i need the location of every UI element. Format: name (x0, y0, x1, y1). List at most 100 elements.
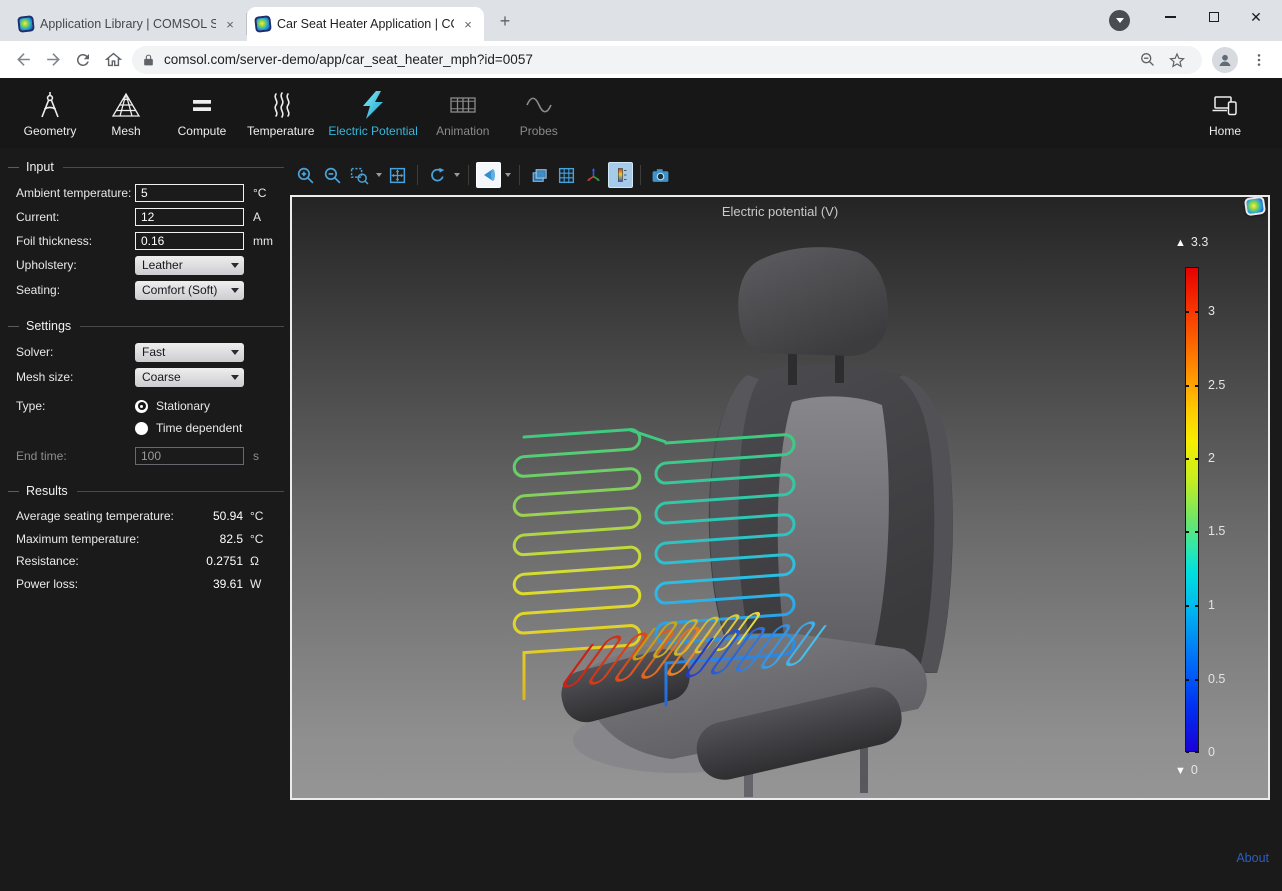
end-time-row: End time: s (16, 444, 288, 467)
chevron-down-icon (231, 263, 239, 268)
colorbar-tick: 0.5 (1208, 672, 1225, 686)
tab-application-library[interactable]: Application Library | COMSOL Se × (10, 13, 247, 35)
default-view-button[interactable] (476, 162, 501, 188)
seating-value: Comfort (Soft) (142, 283, 217, 297)
bookmark-star-icon[interactable] (1162, 45, 1192, 75)
equals-icon (186, 89, 218, 121)
scene-button[interactable] (527, 162, 552, 188)
colorbar-tick: 2.5 (1208, 378, 1225, 392)
zoom-extents-button[interactable] (385, 162, 410, 188)
heat-waves-icon (265, 89, 297, 121)
window-maximize-button[interactable] (1194, 4, 1234, 30)
zoom-out-button[interactable] (320, 162, 345, 188)
zoom-box-caret[interactable] (373, 162, 384, 188)
ribbon-item-animation[interactable]: Animation (432, 81, 494, 145)
type-label: Type: (16, 395, 135, 413)
upholstery-label: Upholstery: (16, 258, 135, 272)
app-ribbon: Geometry Mesh Compute Temperature Electr… (0, 78, 1282, 148)
browser-tabstrip: Application Library | COMSOL Se × Car Se… (0, 0, 1282, 41)
ribbon-item-electric-potential[interactable]: Electric Potential (328, 81, 417, 145)
axes-button[interactable] (581, 162, 606, 188)
about-link[interactable]: About (1236, 851, 1269, 865)
new-tab-button[interactable]: + (492, 8, 518, 34)
ambient-temperature-label: Ambient temperature: (16, 186, 135, 200)
min-triangle-icon: ▼ (1175, 765, 1186, 777)
view-caret[interactable] (502, 162, 513, 188)
tab-close-icon[interactable]: × (460, 16, 476, 32)
zoom-in-button[interactable] (293, 162, 318, 188)
seating-select[interactable]: Comfort (Soft) (135, 281, 244, 300)
lock-icon (142, 53, 155, 67)
upholstery-value: Leather (142, 258, 183, 272)
color-legend: ▲3.3 3 2.5 2 1.5 1 0.5 0 ▼0 (1185, 267, 1255, 787)
ribbon-item-geometry[interactable]: Geometry (19, 81, 81, 145)
type-radio-group: Stationary Time dependent (135, 395, 242, 439)
ribbon-item-temperature[interactable]: Temperature (247, 81, 314, 145)
ribbon-item-home[interactable]: Home (1194, 81, 1256, 145)
radio-time-dependent[interactable]: Time dependent (135, 417, 242, 439)
colorbar-min-marker: ▼0 (1175, 763, 1198, 777)
seating-row: Seating: Comfort (Soft) (16, 278, 288, 302)
radio-stationary-control[interactable] (135, 400, 148, 413)
ribbon-item-mesh[interactable]: Mesh (95, 81, 157, 145)
colorbar-tick: 2 (1208, 451, 1215, 465)
snapshot-button[interactable] (648, 162, 673, 188)
address-bar[interactable]: comsol.com/server-demo/app/car_seat_heat… (132, 46, 1202, 74)
current-row: Current: A (16, 205, 288, 228)
tab-close-icon[interactable]: × (222, 16, 238, 32)
result-row-power-loss: Power loss: 39.61 W (16, 573, 272, 596)
rotate-caret[interactable] (451, 162, 462, 188)
ribbon-item-compute[interactable]: Compute (171, 81, 233, 145)
sidebar: Input Ambient temperature: °C Current: A… (0, 148, 288, 891)
end-time-label: End time: (16, 449, 135, 463)
zoom-box-button[interactable] (347, 162, 372, 188)
end-time-unit: s (253, 449, 259, 463)
colorbar-tick: 1 (1208, 598, 1215, 612)
radio-stationary[interactable]: Stationary (135, 395, 242, 417)
rotate-button[interactable] (425, 162, 450, 188)
settings-section-header: Settings (8, 319, 284, 333)
window-close-button[interactable]: ✕ (1236, 4, 1276, 30)
mesh-size-row: Mesh size: Coarse (16, 365, 288, 389)
forward-button[interactable] (38, 45, 68, 75)
window-minimize-button[interactable] (1150, 4, 1190, 30)
mesh-size-value: Coarse (142, 370, 181, 384)
solver-select[interactable]: Fast (135, 343, 244, 362)
max-triangle-icon: ▲ (1175, 237, 1186, 249)
foil-thickness-input[interactable] (135, 232, 244, 250)
mesh-triangle-icon (110, 89, 142, 121)
ambient-temperature-unit: °C (253, 186, 266, 200)
zoom-indicator-icon[interactable] (1132, 45, 1162, 75)
devices-icon (1209, 89, 1241, 121)
result-row-resistance: Resistance: 0.2751 Ω (16, 550, 272, 573)
comsol-favicon-icon (254, 15, 272, 33)
grid-button[interactable] (554, 162, 579, 188)
home-button[interactable] (98, 45, 128, 75)
upholstery-select[interactable]: Leather (135, 256, 244, 275)
color-legend-button[interactable] (608, 162, 633, 188)
current-input[interactable] (135, 208, 244, 226)
mesh-size-select[interactable]: Coarse (135, 368, 244, 387)
tab-car-seat-heater[interactable]: Car Seat Heater Application | CO × (247, 7, 484, 41)
radio-time-dependent-control[interactable] (135, 422, 148, 435)
comsol-logo-icon (1244, 196, 1266, 217)
profile-avatar[interactable] (1212, 47, 1238, 73)
back-button[interactable] (8, 45, 38, 75)
browser-update-icon[interactable] (1109, 10, 1130, 31)
current-unit: A (253, 210, 261, 224)
compass-icon (34, 89, 66, 121)
car-seat-3d-model[interactable] (292, 197, 1268, 798)
comsol-favicon-icon (17, 15, 35, 33)
url-text[interactable]: comsol.com/server-demo/app/car_seat_heat… (164, 52, 1132, 67)
browser-menu-icon[interactable] (1244, 45, 1274, 75)
lightning-bolt-icon (357, 89, 389, 121)
graphics-canvas[interactable]: Electric potential (V) (290, 195, 1270, 800)
chevron-down-icon (231, 350, 239, 355)
chevron-down-icon (231, 288, 239, 293)
ribbon-item-probes[interactable]: Probes (508, 81, 570, 145)
mesh-size-label: Mesh size: (16, 370, 135, 384)
foil-thickness-label: Foil thickness: (16, 234, 135, 248)
ambient-temperature-input[interactable] (135, 184, 244, 202)
reload-button[interactable] (68, 45, 98, 75)
chevron-down-icon (231, 375, 239, 380)
